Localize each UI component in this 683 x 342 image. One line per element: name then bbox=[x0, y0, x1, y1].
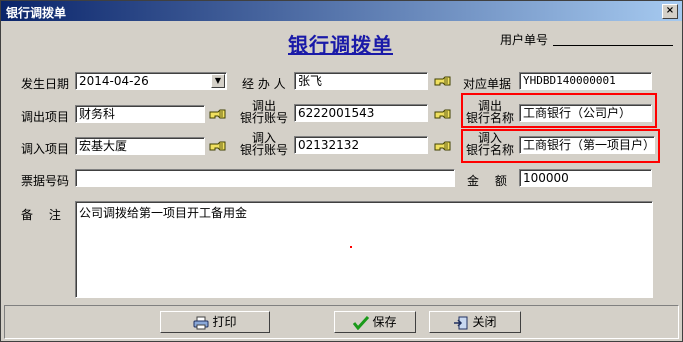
out-project-field[interactable]: 财务科 bbox=[75, 105, 205, 123]
date-combo[interactable]: 2014-04-26 ▼ bbox=[75, 72, 227, 90]
ref-field[interactable]: YHDBD140000001 bbox=[519, 72, 652, 90]
out-bank-label-line2: 银行名称 bbox=[465, 111, 514, 125]
voucher-label: 票据号码 bbox=[21, 174, 70, 188]
user-no-underline bbox=[553, 45, 673, 46]
in-project-label: 调入项目 bbox=[21, 142, 70, 156]
handler-field[interactable]: 张飞 bbox=[294, 72, 428, 90]
out-account-label-line2: 银行账号 bbox=[239, 111, 288, 125]
title-bar[interactable]: 银行调拨单 × bbox=[1, 1, 682, 21]
save-button[interactable]: 保存 bbox=[334, 311, 416, 333]
date-label: 发生日期 bbox=[21, 77, 70, 91]
close-button[interactable]: 关闭 bbox=[429, 311, 521, 333]
in-bank-field[interactable]: 工商银行（第一项目户） bbox=[519, 136, 655, 154]
remark-textarea[interactable]: 公司调拨给第一项目开工备用金 bbox=[75, 201, 653, 298]
window-title: 银行调拨单 bbox=[6, 6, 67, 20]
in-bank-label-line2: 银行名称 bbox=[465, 143, 514, 157]
print-label: 打印 bbox=[212, 315, 237, 329]
ref-label: 对应单据 bbox=[463, 77, 512, 91]
out-account-label: 调出 银行账号 bbox=[237, 100, 291, 124]
in-bank-label: 调入 银行名称 bbox=[463, 132, 517, 156]
date-value: 2014-04-26 bbox=[79, 74, 149, 88]
in-project-field[interactable]: 宏基大厦 bbox=[75, 137, 205, 155]
in-account-field[interactable]: 02132132 bbox=[294, 136, 428, 154]
user-no-label: 用户单号 bbox=[500, 33, 549, 47]
out-bank-label: 调出 银行名称 bbox=[463, 100, 517, 124]
remark-label: 备 注 bbox=[21, 208, 61, 222]
red-dot-marker bbox=[350, 246, 352, 248]
handler-label: 经 办 人 bbox=[242, 77, 286, 91]
print-button[interactable]: 打印 bbox=[160, 311, 270, 333]
printer-icon bbox=[193, 316, 209, 329]
amount-field[interactable]: 100000 bbox=[519, 169, 652, 187]
hand-pointer-icon[interactable] bbox=[209, 140, 227, 152]
voucher-field[interactable] bbox=[75, 169, 455, 187]
hand-pointer-icon[interactable] bbox=[209, 108, 227, 120]
dialog-window: 银行调拨单 × 银行调拨单 用户单号 发生日期 2014-04-26 ▼ 经 办… bbox=[0, 0, 683, 342]
hand-pointer-icon[interactable] bbox=[434, 140, 452, 152]
remark-text: 公司调拨给第一项目开工备用金 bbox=[79, 206, 248, 220]
close-label: 关闭 bbox=[472, 315, 497, 329]
form-title: 银行调拨单 bbox=[288, 33, 393, 57]
in-account-label: 调入 银行账号 bbox=[237, 132, 291, 156]
out-account-field[interactable]: 6222001543 bbox=[294, 104, 428, 122]
hand-pointer-icon[interactable] bbox=[434, 108, 452, 120]
exit-door-icon bbox=[454, 316, 468, 329]
amount-label: 金 额 bbox=[467, 174, 507, 188]
save-label: 保存 bbox=[372, 315, 397, 329]
close-window-button[interactable]: × bbox=[662, 4, 678, 19]
hand-pointer-icon[interactable] bbox=[434, 75, 452, 87]
out-bank-field[interactable]: 工商银行（公司户） bbox=[519, 104, 652, 122]
chevron-down-icon[interactable]: ▼ bbox=[211, 74, 225, 88]
out-project-label: 调出项目 bbox=[21, 110, 70, 124]
checkmark-icon bbox=[353, 315, 370, 330]
in-account-label-line2: 银行账号 bbox=[239, 143, 288, 157]
